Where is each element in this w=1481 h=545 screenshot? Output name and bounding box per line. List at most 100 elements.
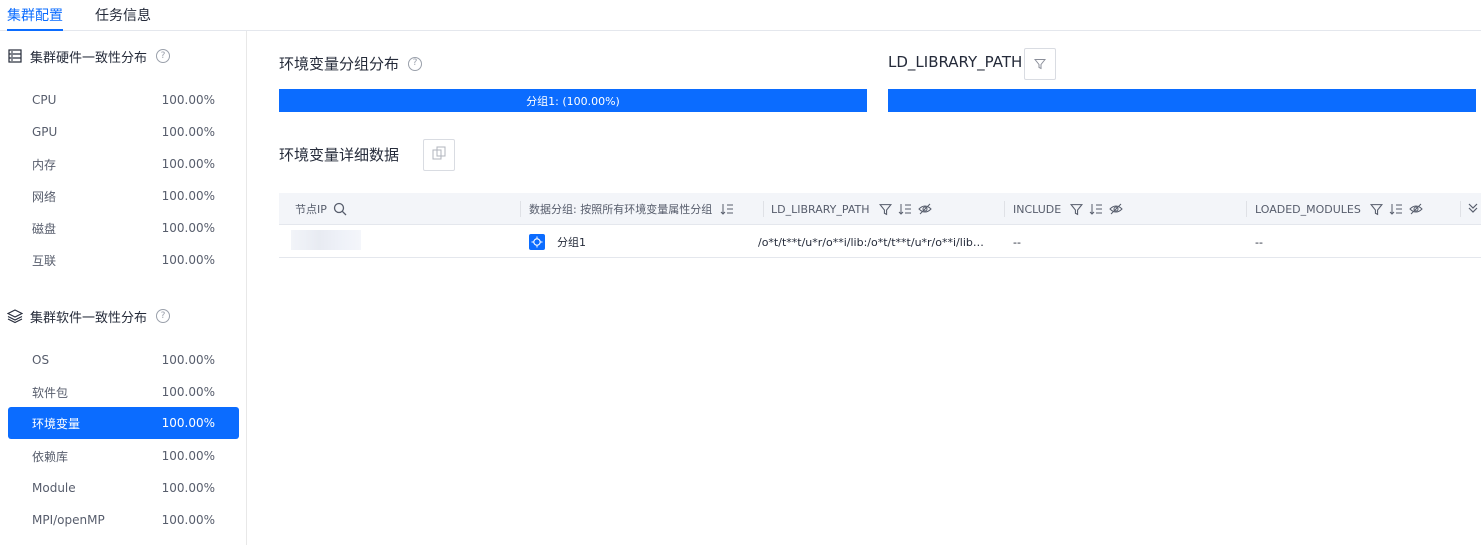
server-icon bbox=[7, 48, 23, 64]
item-label: 软件包 bbox=[32, 385, 69, 400]
item-label: MPI/openMP bbox=[32, 513, 105, 527]
cell-group-text: 分组1 bbox=[557, 236, 586, 249]
cell-include-text: -- bbox=[1013, 235, 1021, 249]
masked-ip bbox=[291, 230, 361, 250]
column-label: INCLUDE bbox=[1013, 202, 1062, 216]
search-icon[interactable] bbox=[333, 202, 347, 216]
cell-ld-library-path: /o*t/t**t/u*r/o**i/lib:/o*t/t**t/u*r/o**… bbox=[758, 226, 998, 258]
sidebar-item-disk[interactable]: 磁盘 100.00% bbox=[8, 212, 239, 244]
distribution-title: 环境变量分组分布 ? bbox=[279, 53, 423, 74]
item-value: 100.00% bbox=[161, 481, 215, 495]
column-label: LOADED_MODULES bbox=[1255, 202, 1361, 216]
group-icon bbox=[529, 234, 545, 250]
item-label: 网络 bbox=[32, 189, 57, 204]
column-label: 节点IP bbox=[295, 203, 327, 216]
software-section-title: 集群软件一致性分布 bbox=[30, 310, 148, 326]
filter-icon[interactable] bbox=[1369, 203, 1383, 216]
sidebar-item-mpi[interactable]: MPI/openMP 100.00% bbox=[8, 504, 239, 536]
item-value: 100.00% bbox=[161, 449, 215, 463]
item-value: 100.00% bbox=[161, 513, 215, 527]
eye-off-icon[interactable] bbox=[1109, 203, 1123, 215]
copy-icon bbox=[431, 145, 447, 165]
sidebar-item-dependencies[interactable]: 依赖库 100.00% bbox=[8, 440, 239, 472]
item-value: 100.00% bbox=[161, 416, 215, 430]
sidebar-item-cpu[interactable]: CPU 100.00% bbox=[8, 84, 239, 116]
eye-off-icon[interactable] bbox=[1409, 203, 1423, 215]
layers-icon bbox=[7, 308, 23, 324]
column-label: LD_LIBRARY_PATH bbox=[771, 202, 870, 216]
variable-name-title: LD_LIBRARY_PATH bbox=[888, 53, 1022, 71]
column-divider bbox=[520, 201, 521, 217]
distribution-bar[interactable]: 分组1: (100.00%) bbox=[279, 89, 867, 112]
filter-icon bbox=[1033, 55, 1047, 74]
column-label: 数据分组: 按照所有环境变量属性分组 bbox=[529, 203, 713, 216]
tab-task-info[interactable]: 任务信息 bbox=[95, 5, 151, 25]
column-divider bbox=[1460, 201, 1461, 217]
help-icon[interactable]: ? bbox=[408, 56, 423, 71]
column-divider bbox=[763, 201, 764, 217]
sidebar-item-env-vars[interactable]: 环境变量 100.00% bbox=[8, 407, 239, 439]
table-row[interactable]: 分组1 /o*t/t**t/u*r/o**i/lib:/o*t/t**t/u*r… bbox=[279, 226, 1481, 258]
sidebar-item-os[interactable]: OS 100.00% bbox=[8, 344, 239, 376]
item-label: Module bbox=[32, 481, 76, 495]
item-value: 100.00% bbox=[161, 385, 215, 399]
sidebar: 集群硬件一致性分布 ? CPU 100.00% GPU 100.00% 内存 100.… bbox=[0, 31, 247, 545]
item-value: 100.00% bbox=[161, 221, 215, 235]
sidebar-item-gpu[interactable]: GPU 100.00% bbox=[8, 116, 239, 148]
distribution-bar-label: 分组1: (100.00%) bbox=[526, 94, 620, 108]
item-value: 100.00% bbox=[161, 125, 215, 139]
hardware-section-title: 集群硬件一致性分布 bbox=[30, 50, 148, 66]
help-icon[interactable]: ? bbox=[156, 49, 171, 63]
help-icon[interactable]: ? bbox=[156, 309, 171, 323]
column-divider bbox=[1246, 201, 1247, 217]
item-value: 100.00% bbox=[161, 353, 215, 367]
item-label: OS bbox=[32, 353, 50, 367]
item-value: 100.00% bbox=[161, 253, 215, 267]
cell-include: -- bbox=[1013, 226, 1243, 258]
filter-icon[interactable] bbox=[878, 203, 892, 216]
filter-icon[interactable] bbox=[1070, 203, 1084, 216]
sidebar-item-network[interactable]: 网络 100.00% bbox=[8, 180, 239, 212]
cell-loaded-text: -- bbox=[1255, 235, 1263, 249]
variable-filter-button[interactable] bbox=[1024, 48, 1056, 80]
cell-group: 分组1 bbox=[529, 226, 759, 258]
cell-ld-text: /o*t/t**t/u*r/o**i/lib:/o*t/t**t/u*r/o**… bbox=[758, 235, 984, 249]
eye-off-icon[interactable] bbox=[917, 203, 932, 215]
item-label: 依赖库 bbox=[32, 449, 69, 464]
item-value: 100.00% bbox=[161, 189, 215, 203]
cell-loaded-modules: -- bbox=[1255, 226, 1455, 258]
sidebar-item-memory[interactable]: 内存 100.00% bbox=[8, 148, 239, 180]
item-label: 互联 bbox=[32, 253, 57, 268]
item-label: 环境变量 bbox=[32, 416, 81, 431]
variable-value-bar[interactable] bbox=[888, 89, 1476, 112]
sort-icon[interactable] bbox=[898, 203, 912, 215]
cell-ip bbox=[279, 226, 519, 258]
column-header-ip[interactable]: 节点IP bbox=[295, 193, 347, 225]
column-header-group[interactable]: 数据分组: 按照所有环境变量属性分组 bbox=[529, 193, 734, 225]
table-header: 节点IP 数据分组: 按照所有环境变量属性分组 LD_LIBRARY_PATH … bbox=[279, 193, 1481, 225]
column-header-loaded-modules[interactable]: LOADED_MODULES bbox=[1255, 193, 1423, 225]
hardware-section-header: 集群硬件一致性分布 ? bbox=[7, 46, 171, 66]
top-tab-bar: 集群配置 任务信息 bbox=[0, 0, 1481, 31]
copy-button[interactable] bbox=[423, 139, 455, 171]
item-label: CPU bbox=[32, 93, 57, 107]
expand-columns-button[interactable] bbox=[1467, 193, 1479, 225]
sidebar-item-packages[interactable]: 软件包 100.00% bbox=[8, 376, 239, 408]
tab-cluster-config[interactable]: 集群配置 bbox=[7, 5, 63, 25]
distribution-title-text: 环境变量分组分布 bbox=[279, 55, 400, 73]
variable-name-text: LD_LIBRARY_PATH bbox=[888, 53, 1023, 71]
column-header-include[interactable]: INCLUDE bbox=[1013, 193, 1123, 225]
item-label: 磁盘 bbox=[32, 221, 57, 236]
expand-icon bbox=[1467, 202, 1479, 217]
detail-title: 环境变量详细数据 bbox=[279, 144, 399, 165]
sort-icon[interactable] bbox=[720, 203, 734, 215]
sort-icon[interactable] bbox=[1389, 203, 1403, 215]
sidebar-item-interconnect[interactable]: 互联 100.00% bbox=[8, 244, 239, 276]
item-value: 100.00% bbox=[161, 157, 215, 171]
sidebar-item-module[interactable]: Module 100.00% bbox=[8, 472, 239, 504]
sort-icon[interactable] bbox=[1089, 203, 1103, 215]
column-header-ld-library-path[interactable]: LD_LIBRARY_PATH bbox=[771, 193, 932, 225]
item-label: 内存 bbox=[32, 157, 57, 172]
detail-title-text: 环境变量详细数据 bbox=[279, 146, 400, 164]
item-value: 100.00% bbox=[161, 93, 215, 107]
